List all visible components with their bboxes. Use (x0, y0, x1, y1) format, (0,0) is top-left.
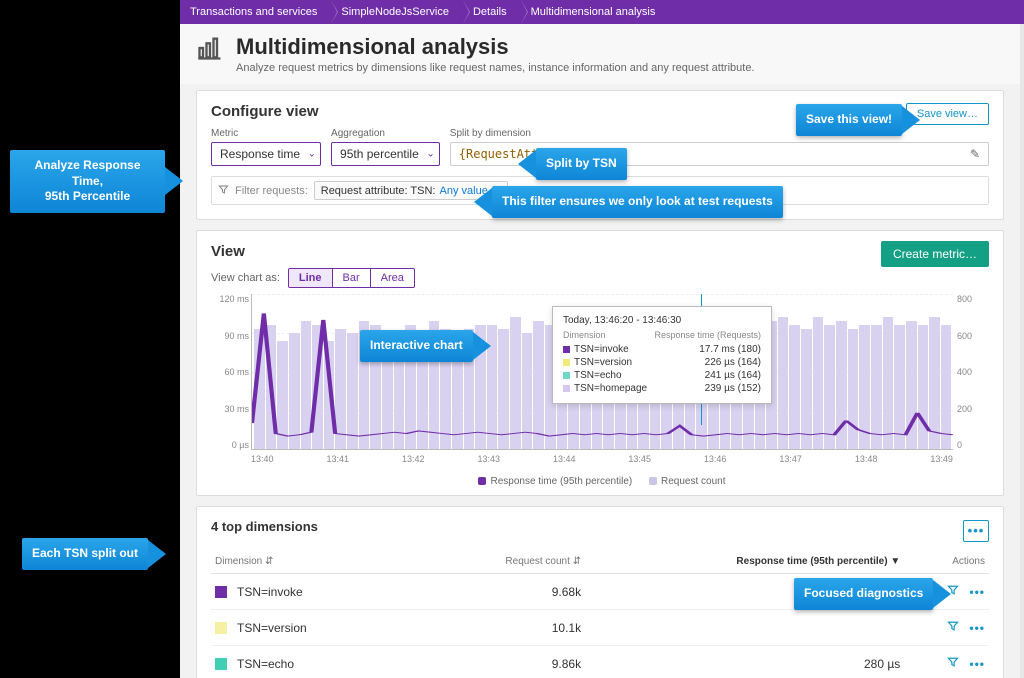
chart[interactable]: 120 ms 90 ms 60 ms 30 ms 0 µs 800 600 40… (251, 294, 953, 474)
view-toggle: View chart as: Line Bar Area (211, 268, 989, 288)
left-gutter (0, 0, 180, 678)
col-response-time[interactable]: Response time (95th percentile) ▼ (585, 550, 904, 574)
aggregation-label: Aggregation (331, 128, 440, 139)
breadcrumb-item[interactable]: Details (463, 0, 521, 24)
chevron-down-icon: ⌄ (308, 149, 316, 160)
y-axis-right: 800 600 400 200 0 (957, 294, 987, 450)
col-dimension[interactable]: Dimension ⇵ (211, 550, 430, 574)
chart-type-bar[interactable]: Bar (333, 269, 371, 287)
chart-tooltip: Today, 13:46:20 - 13:46:30 DimensionResp… (552, 306, 772, 404)
chart-type-area[interactable]: Area (371, 269, 414, 287)
breadcrumb-item[interactable]: Transactions and services (180, 0, 331, 24)
callout-filter: This filter ensures we only look at test… (492, 186, 783, 218)
edit-icon[interactable]: ✎ (970, 147, 980, 161)
callout-analyze: Analyze Response Time, 95th Percentile (10, 150, 165, 213)
callout-focused: Focused diagnostics (794, 578, 933, 610)
dimensions-title: 4 top dimensions (211, 519, 318, 534)
page-header: Multidimensional analysis Analyze reques… (180, 24, 1020, 84)
x-axis: 13:4013:4113:4213:4313:4413:4513:4613:47… (251, 454, 953, 474)
breadcrumb-item-current: Multidimensional analysis (521, 0, 670, 24)
filter-icon (218, 183, 229, 198)
breadcrumb: Transactions and services SimpleNodeJsSe… (180, 0, 1024, 24)
view-title: View (211, 243, 989, 260)
metric-label: Metric (211, 128, 321, 139)
dimensions-table: Dimension ⇵ Request count ⇵ Response tim… (211, 550, 989, 678)
table-row[interactable]: TSN=version10.1k••• (211, 610, 989, 646)
row-more-icon[interactable]: ••• (969, 657, 985, 671)
y-axis-left: 120 ms 90 ms 60 ms 30 ms 0 µs (211, 294, 249, 450)
filter-label: Filter requests: (235, 185, 308, 197)
col-actions: Actions (904, 550, 989, 574)
chart-legend: Response time (95th percentile) Request … (211, 476, 989, 487)
plot-area[interactable]: Today, 13:46:20 - 13:46:30 DimensionResp… (251, 294, 953, 450)
chart-type-line[interactable]: Line (289, 269, 333, 287)
metric-dropdown[interactable]: Response time⌄ (211, 142, 321, 166)
callout-interactive: Interactive chart (360, 330, 473, 362)
breadcrumb-item[interactable]: SimpleNodeJsService (331, 0, 463, 24)
col-request-count[interactable]: Request count ⇵ (430, 550, 585, 574)
row-more-icon[interactable]: ••• (969, 585, 985, 599)
more-options-button[interactable]: ••• (963, 520, 989, 542)
create-metric-button[interactable]: Create metric… (881, 241, 989, 267)
page-title: Multidimensional analysis (236, 34, 755, 60)
view-card: Create metric… View View chart as: Line … (196, 230, 1004, 496)
row-more-icon[interactable]: ••• (969, 621, 985, 635)
chevron-down-icon: ⌄ (426, 149, 434, 160)
table-row[interactable]: TSN=echo9.86k280 µs••• (211, 646, 989, 678)
row-filter-icon[interactable] (947, 656, 959, 671)
aggregation-dropdown[interactable]: 95th percentile⌄ (331, 142, 440, 166)
chart-icon (196, 34, 224, 65)
row-filter-icon[interactable] (947, 620, 959, 635)
callout-save: Save this view! (796, 104, 902, 136)
callout-each: Each TSN split out (22, 538, 148, 570)
callout-split: Split by TSN (536, 148, 627, 180)
page-subtitle: Analyze request metrics by dimensions li… (236, 62, 755, 74)
